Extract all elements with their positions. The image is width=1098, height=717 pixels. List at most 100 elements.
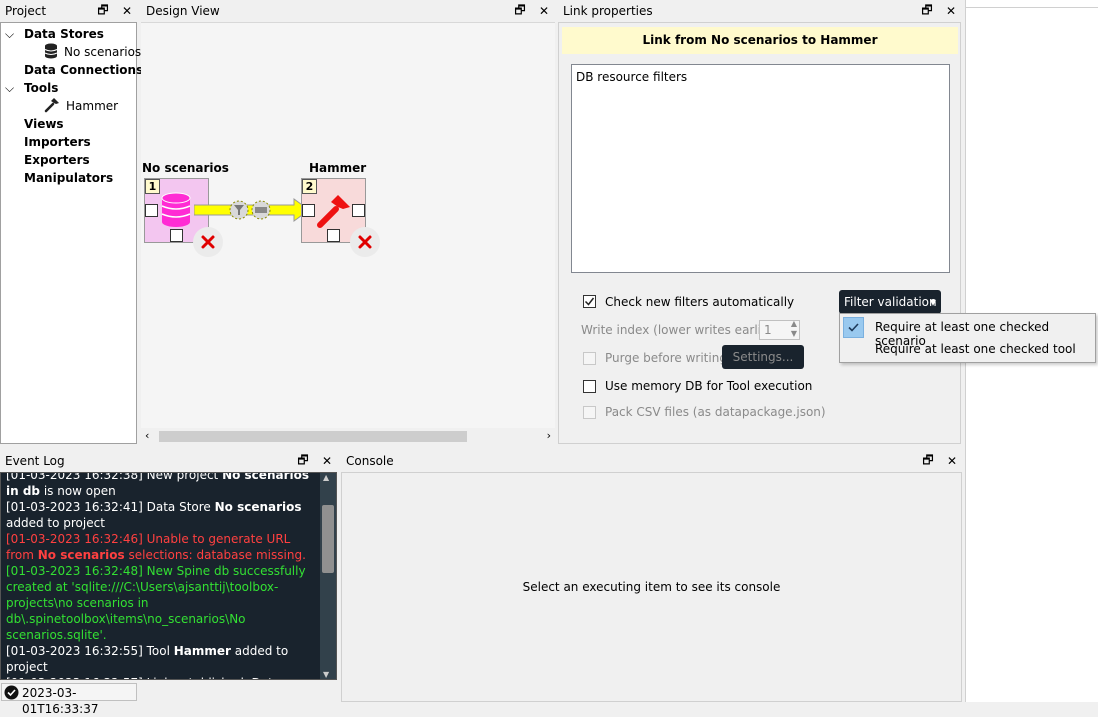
log-text: [01-03-2023 16:32:57] Link established. … [6, 676, 280, 679]
connector-left[interactable] [302, 204, 315, 217]
top-divider [966, 7, 1098, 8]
design-canvas[interactable]: No scenarios 1 Hammer 2 [141, 22, 555, 428]
float-icon[interactable]: 🗗 [513, 1, 527, 22]
close-icon[interactable]: ✕ [320, 454, 334, 468]
float-icon[interactable]: 🗗 [920, 1, 934, 22]
scroll-left-icon[interactable]: ‹ [145, 428, 149, 444]
log-text: [01-03-2023 16:32:38] New project [6, 472, 223, 482]
design-dock-buttons: 🗗 ✕ [513, 0, 551, 22]
tree-category-views[interactable]: Views [24, 115, 64, 133]
connector-left[interactable] [145, 204, 158, 217]
log-text: No scenarios [214, 500, 302, 514]
tree-category-manipulators[interactable]: Manipulators [24, 169, 113, 187]
event-log-dock: Event Log 🗗 ✕ [01-03-2023 16:32:38] New … [0, 450, 338, 682]
write-index-label: Write index (lower writes earlier): [581, 323, 783, 337]
pack-csv-checkbox[interactable] [583, 406, 596, 419]
console-dock: Console 🗗 ✕ Select an executing item to … [341, 450, 963, 702]
tree-category-data-connections[interactable]: Data Connections [24, 61, 143, 79]
pack-csv-label: Pack CSV files (as datapackage.json) [605, 405, 826, 419]
link-dock-buttons: 🗗 ✕ [920, 0, 958, 22]
connector-bottom[interactable] [327, 229, 340, 242]
tree-toggle-tools[interactable]: ⌵ [5, 79, 19, 97]
memory-db-checkbox[interactable] [583, 380, 596, 393]
menu-item-label: Require at least one checked tool [875, 342, 1076, 356]
menu-item-require-scenario[interactable]: Require at least one checked scenario [842, 316, 1093, 348]
connector-right[interactable] [352, 204, 365, 217]
project-dock-buttons: 🗗 ✕ [96, 0, 134, 22]
console-area[interactable]: Select an executing item to see its cons… [341, 472, 962, 702]
event-log-scrollbar[interactable]: ▲ ▼ [320, 473, 336, 679]
menu-item-require-tool[interactable]: Require at least one checked tool [842, 339, 1093, 361]
close-icon[interactable]: ✕ [537, 4, 551, 18]
link-properties-dock: Link properties 🗗 ✕ Link from No scenari… [558, 0, 962, 446]
log-line: [01-03-2023 16:32:48] New Spine db succe… [1, 563, 319, 643]
project-tree[interactable]: ⌵ Data Stores No scenarios Data Connecti… [0, 22, 143, 444]
link-arrow[interactable] [194, 195, 314, 225]
design-item-name-no-scenarios: No scenarios [142, 161, 229, 175]
check-new-filters-checkbox[interactable] [583, 295, 596, 308]
spin-up-icon[interactable]: ▲ [791, 319, 797, 328]
connector-bottom[interactable] [170, 229, 183, 242]
log-text: added to project [6, 516, 105, 530]
close-icon[interactable]: ✕ [944, 4, 958, 18]
design-view-title: Design View [146, 4, 220, 18]
design-horizontal-scrollbar[interactable]: ‹ › [141, 428, 555, 444]
event-log-dock-buttons: 🗗 ✕ [296, 450, 334, 472]
hammer-icon [316, 193, 352, 232]
purge-checkbox[interactable] [583, 352, 596, 365]
tree-category-tools[interactable]: Tools [24, 79, 58, 97]
event-log-view[interactable]: [01-03-2023 16:32:38] New project No sce… [0, 472, 337, 680]
tree-category-data-stores[interactable]: Data Stores [24, 25, 104, 43]
scroll-down-icon[interactable]: ▼ [323, 670, 329, 679]
filter-validation-label: Filter validation [844, 295, 937, 309]
db-resource-filters-box[interactable]: DB resource filters [571, 64, 950, 273]
hammer-icon [44, 97, 60, 115]
close-icon[interactable]: ✕ [945, 454, 959, 468]
filter-validation-menu: Require at least one checked scenario Re… [839, 313, 1096, 363]
dropdown-arrow-icon: ▾ [929, 295, 936, 309]
tree-toggle-data-stores[interactable]: ⌵ [5, 25, 19, 43]
tree-category-importers[interactable]: Importers [24, 133, 91, 151]
error-badge-icon [350, 227, 380, 257]
console-placeholder: Select an executing item to see its cons… [522, 580, 781, 594]
settings-button[interactable]: Settings... [722, 345, 804, 369]
close-icon[interactable]: ✕ [120, 4, 134, 18]
database-icon [44, 43, 58, 61]
memory-db-label[interactable]: Use memory DB for Tool execution [605, 378, 812, 394]
write-index-spinbox[interactable]: 1 ▲ ▼ [759, 319, 800, 340]
log-line: [01-03-2023 16:32:41] Data Store No scen… [1, 499, 319, 531]
log-text: Hammer [173, 644, 231, 658]
float-icon[interactable]: 🗗 [296, 451, 310, 472]
tree-item-no-scenarios[interactable]: No scenarios [64, 43, 141, 61]
status-timestamp: 2023-03-01T16:33:37 [22, 686, 99, 716]
scrollbar-thumb[interactable] [322, 505, 334, 573]
tree-category-exporters[interactable]: Exporters [24, 151, 90, 169]
log-line: [01-03-2023 16:32:57] Link established. … [1, 675, 319, 679]
design-view-dock: Design View 🗗 ✕ No scenarios 1 Hammer 2 … [141, 0, 555, 446]
link-properties-title: Link properties [563, 4, 653, 18]
log-line: [01-03-2023 16:32:46] Unable to generate… [1, 531, 319, 563]
link-header: Link from No scenarios to Hammer [562, 27, 958, 54]
log-line: [01-03-2023 16:32:55] Tool Hammer added … [1, 643, 319, 675]
item-number-badge: 1 [145, 179, 160, 194]
filter-validation-button[interactable]: Filter validation ▾ [839, 290, 941, 314]
tree-item-hammer[interactable]: Hammer [66, 97, 118, 115]
log-text: is now open [40, 484, 116, 498]
error-badge-icon [193, 227, 223, 257]
status-bar: 2023-03-01T16:33:37 [0, 682, 338, 716]
console-title: Console [346, 454, 394, 468]
float-icon[interactable]: 🗗 [921, 451, 935, 472]
check-circle-icon [4, 685, 19, 703]
scroll-up-icon[interactable]: ▲ [323, 473, 329, 482]
log-text: [01-03-2023 16:32:55] Tool [6, 644, 174, 658]
status-badge[interactable]: 2023-03-01T16:33:37 [1, 683, 137, 716]
scrollbar-thumb[interactable] [159, 431, 467, 442]
float-icon[interactable]: 🗗 [96, 1, 110, 22]
checkmark-icon [843, 317, 864, 338]
log-text: [01-03-2023 16:32:41] Data Store [6, 500, 215, 514]
scroll-right-icon[interactable]: › [547, 428, 551, 444]
log-line: [01-03-2023 16:32:38] New project No sce… [1, 472, 319, 499]
spin-down-icon[interactable]: ▼ [791, 329, 797, 338]
db-resource-filters-label: DB resource filters [576, 70, 688, 84]
check-new-filters-label[interactable]: Check new filters automatically [605, 294, 794, 310]
